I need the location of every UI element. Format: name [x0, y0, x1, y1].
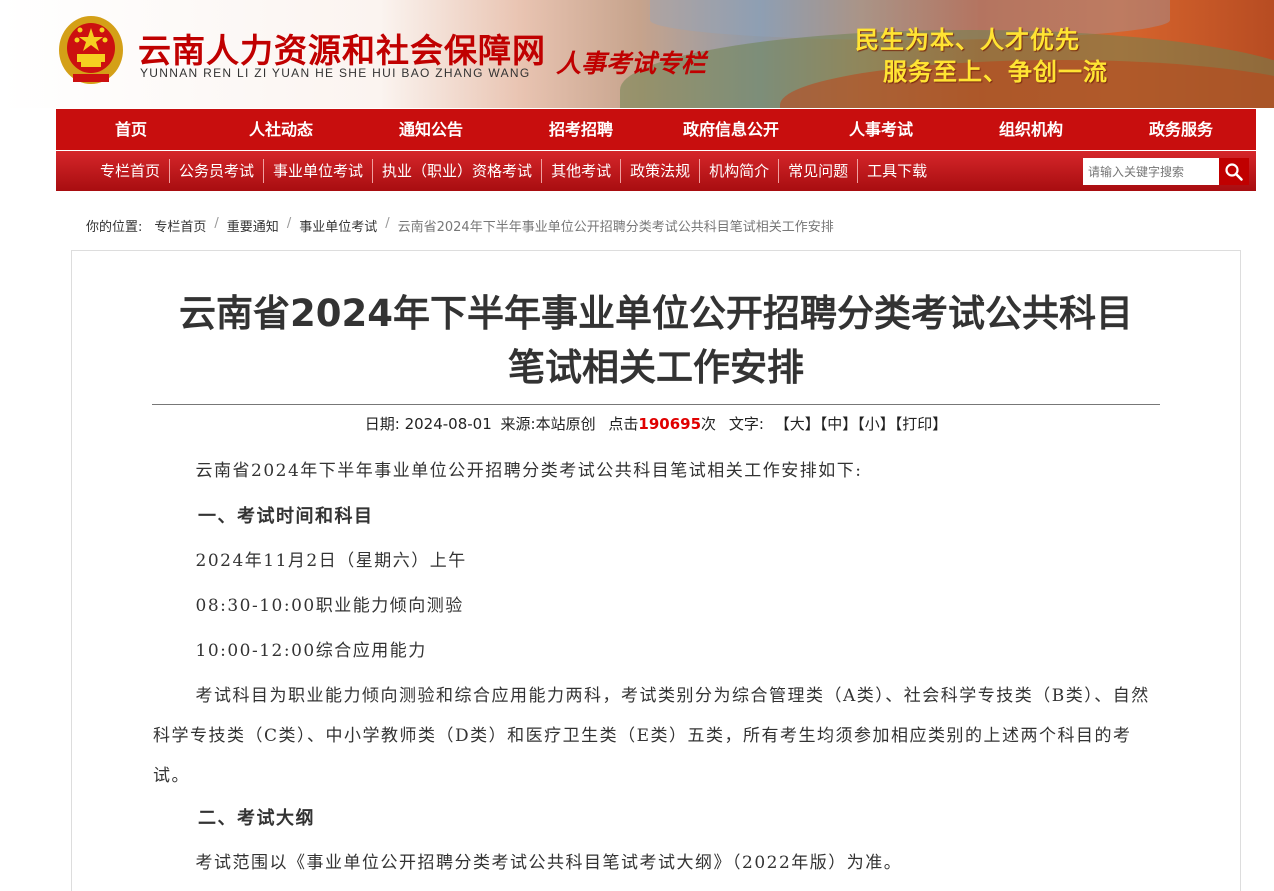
- search-input[interactable]: [1083, 158, 1219, 185]
- exam-subjects-paragraph: 考试科目为职业能力倾向测验和综合应用能力两科，考试类别分为综合管理类（A类）、社…: [153, 686, 1150, 786]
- subnav-item-policies[interactable]: 政策法规: [630, 151, 690, 191]
- nav-item-personnel-exam[interactable]: 人事考试: [806, 109, 956, 150]
- subnav-item-other-exams[interactable]: 其他考试: [551, 151, 611, 191]
- hits-suffix: 次: [701, 415, 717, 433]
- nav-divider: [372, 159, 374, 183]
- subnav-item-civil-servant[interactable]: 公务员考试: [179, 151, 254, 191]
- nav-item-gov-services[interactable]: 政务服务: [1106, 109, 1256, 150]
- subnav-item-faq[interactable]: 常见问题: [788, 151, 848, 191]
- nav-item-recruitment[interactable]: 招考招聘: [506, 109, 656, 150]
- section-1-heading: 一、考试时间和科目: [198, 506, 374, 527]
- title-divider: [152, 404, 1160, 405]
- article-title: 云南省2024年下半年事业单位公开招聘分类考试公共科目 笔试相关工作安排: [72, 287, 1240, 395]
- breadcrumb: 你的位置: 专栏首页 / 重要通知 / 事业单位考试 / 云南省2024年下半年…: [86, 216, 840, 235]
- date-label: 日期:: [364, 415, 400, 433]
- subnav-item-downloads[interactable]: 工具下载: [867, 151, 927, 191]
- site-title[interactable]: 云南人力资源和社会保障网: [138, 24, 546, 72]
- subnav-item-column-home[interactable]: 专栏首页: [100, 151, 160, 191]
- subnav-item-public-institution[interactable]: 事业单位考试: [273, 151, 363, 191]
- slogan-line-2: 服务至上、争创一流: [883, 58, 1108, 86]
- nav-divider: [857, 159, 859, 183]
- breadcrumb-label: 你的位置:: [86, 220, 143, 235]
- article-panel: 云南省2024年下半年事业单位公开招聘分类考试公共科目 笔试相关工作安排 日期:…: [71, 250, 1241, 891]
- nav-item-notices[interactable]: 通知公告: [356, 109, 506, 150]
- print-link[interactable]: 【打印】: [895, 415, 948, 433]
- nav-divider: [541, 159, 543, 183]
- source-value: 本站原创: [535, 415, 596, 433]
- font-medium-link[interactable]: 【中】: [820, 415, 858, 433]
- breadcrumb-separator: /: [214, 216, 219, 231]
- exam-date: 2024年11月2日（星期六）上午: [195, 551, 467, 571]
- exam-slot-1: 08:30-10:00职业能力倾向测验: [195, 596, 464, 616]
- site-subtitle: YUNNAN REN LI ZI YUAN HE SHE HUI BAO ZHA…: [140, 66, 531, 80]
- subnav-item-qualification[interactable]: 执业（职业）资格考试: [382, 151, 532, 191]
- hits-count: 190695: [638, 415, 702, 433]
- article-body: 云南省2024年下半年事业单位公开招聘分类考试公共科目笔试相关工作安排如下: 一…: [153, 451, 1159, 886]
- source-label: 来源:: [500, 415, 536, 433]
- search-icon: [1225, 162, 1243, 181]
- nav-divider: [620, 159, 622, 183]
- breadcrumb-separator: /: [385, 216, 390, 231]
- article-meta: 日期: 2024-08-01 来源:本站原创 点击190695次 文字: 【大】…: [72, 413, 1240, 434]
- column-title[interactable]: 人事考试专栏: [556, 44, 706, 80]
- nav-divider: [778, 159, 780, 183]
- article-title-line-2: 笔试相关工作安排: [508, 346, 804, 389]
- date-value: 2024-08-01: [404, 415, 492, 433]
- nav-item-gov-info[interactable]: 政府信息公开: [656, 109, 806, 150]
- article-title-line-1: 云南省2024年下半年事业单位公开招聘分类考试公共科目: [179, 292, 1133, 335]
- breadcrumb-item-public-institution[interactable]: 事业单位考试: [299, 216, 377, 235]
- font-size-label: 文字:: [728, 415, 764, 433]
- nav-item-hr-news[interactable]: 人社动态: [206, 109, 356, 150]
- nav-divider: [169, 159, 171, 183]
- breadcrumb-current: 云南省2024年下半年事业单位公开招聘分类考试公共科目笔试相关工作安排: [397, 220, 834, 235]
- national-emblem-icon: [59, 16, 123, 84]
- exam-slot-2: 10:00-12:00综合应用能力: [195, 641, 427, 661]
- font-large-link[interactable]: 【大】: [775, 415, 820, 433]
- nav-item-organization[interactable]: 组织机构: [956, 109, 1106, 150]
- breadcrumb-item-important-notices[interactable]: 重要通知: [227, 216, 279, 235]
- breadcrumb-separator: /: [286, 216, 292, 231]
- syllabus-paragraph: 考试范围以《事业单位公开招聘分类考试公共科目笔试考试大纲》（2022年版）为准。: [195, 853, 903, 873]
- nav-divider: [263, 159, 265, 183]
- section-2-heading: 二、考试大纲: [198, 808, 315, 829]
- font-small-link[interactable]: 【小】: [857, 415, 895, 433]
- intro-paragraph: 云南省2024年下半年事业单位公开招聘分类考试公共科目笔试相关工作安排如下:: [195, 461, 863, 481]
- sub-nav: 专栏首页 公务员考试 事业单位考试 执业（职业）资格考试 其他考试 政策法规 机…: [56, 151, 1256, 191]
- main-nav: 首页 人社动态 通知公告 招考招聘 政府信息公开 人事考试 组织机构 政务服务: [56, 109, 1256, 150]
- slogan-line-1: 民生为本、人才优先: [855, 26, 1080, 54]
- search-button[interactable]: [1219, 158, 1249, 185]
- breadcrumb-item-column-home[interactable]: 专栏首页: [154, 216, 206, 235]
- hits-prefix: 点击: [608, 415, 639, 433]
- nav-divider: [699, 159, 701, 183]
- subnav-item-about[interactable]: 机构简介: [709, 151, 769, 191]
- header-banner: 云南人力资源和社会保障网 YUNNAN REN LI ZI YUAN HE SH…: [0, 0, 1274, 108]
- nav-item-home[interactable]: 首页: [56, 109, 206, 150]
